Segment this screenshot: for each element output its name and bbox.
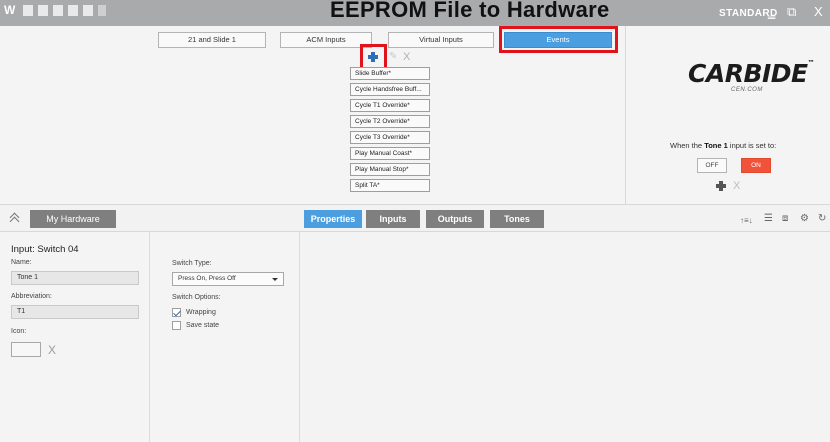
preview-icon[interactable]: ⧈ xyxy=(782,213,788,225)
event-item-cycle-handsfree[interactable]: Cycle Handsfree Buff... xyxy=(350,83,430,96)
abbreviation-label: Abbreviation: xyxy=(11,293,52,300)
settings-icon[interactable]: ⚙ xyxy=(800,213,809,225)
icon-label: Icon: xyxy=(11,328,27,335)
add-condition-icon[interactable] xyxy=(715,180,727,192)
input-properties-panel: Input: Switch 04 Name: Tone 1 Abbreviati… xyxy=(0,232,150,442)
brand-name: CARBIDE xyxy=(688,59,808,88)
switch-type-value: Press On, Press Off xyxy=(178,275,236,282)
event-editor: 21 and Slide 1 ACM Inputs Virtual Inputs… xyxy=(0,26,830,204)
brand-logo: CARBIDE™ xyxy=(688,59,815,88)
event-item-play-manual-stop[interactable]: Play Manual Stop* xyxy=(350,163,430,176)
tab-outputs[interactable]: Outputs xyxy=(426,210,484,228)
wrapping-checkbox[interactable] xyxy=(172,308,181,317)
switch-type-select[interactable]: Press On, Press Off xyxy=(172,272,284,286)
pencil-icon[interactable]: ✎ xyxy=(389,51,397,63)
bottom-toolbar: My Hardware Properties Inputs Outputs To… xyxy=(0,204,830,232)
tab-properties[interactable]: Properties xyxy=(304,210,362,228)
save-icon[interactable] xyxy=(53,5,63,16)
event-list: Slide Buffer* Cycle Handsfree Buff... Cy… xyxy=(350,67,430,195)
details-area xyxy=(300,232,830,442)
panel-divider xyxy=(625,26,626,204)
list-icon[interactable]: ☰ xyxy=(764,213,773,225)
tone-input-name: Tone 1 xyxy=(704,141,728,150)
brand-trademark: ™ xyxy=(807,59,815,67)
download-icon[interactable] xyxy=(83,5,93,16)
new-file-icon[interactable] xyxy=(23,5,33,16)
tone-off-button[interactable]: OFF xyxy=(697,158,727,173)
name-field[interactable]: Tone 1 xyxy=(11,271,139,285)
chevron-down-icon xyxy=(272,278,278,281)
tab-tones[interactable]: Tones xyxy=(490,210,544,228)
restore-icon[interactable]: ⧉ xyxy=(787,5,796,19)
delete-condition-icon[interactable]: X xyxy=(733,180,740,192)
events-tab-highlight xyxy=(499,26,618,53)
tab-acm-inputs[interactable]: ACM Inputs xyxy=(280,32,372,48)
event-item-cycle-t1-override[interactable]: Cycle T1 Override* xyxy=(350,99,430,112)
switch-options-label: Switch Options: xyxy=(172,294,221,301)
event-item-split-ta[interactable]: Split TA* xyxy=(350,179,430,192)
app-window: W STANDARD ‗ ⧉ X 21 and Slide 1 ACM Inpu… xyxy=(0,0,830,442)
upload-icon[interactable] xyxy=(98,5,106,16)
delete-event-icon[interactable]: X xyxy=(403,51,410,63)
print-icon[interactable] xyxy=(68,5,78,16)
wrapping-label: Wrapping xyxy=(186,309,216,316)
tone-on-button[interactable]: ON xyxy=(741,158,771,173)
event-item-play-manual-coast[interactable]: Play Manual Coast* xyxy=(350,147,430,160)
refresh-icon[interactable]: ↻ xyxy=(818,213,826,225)
open-folder-icon[interactable] xyxy=(38,5,48,16)
clear-icon[interactable]: X xyxy=(48,344,56,356)
tone-suffix: input is set to: xyxy=(729,141,777,150)
close-icon[interactable]: X xyxy=(814,5,823,19)
minimize-icon[interactable]: ‗ xyxy=(768,5,775,19)
tone-prefix: When the xyxy=(670,141,703,150)
icon-picker[interactable] xyxy=(11,342,41,357)
tab-virtual-inputs[interactable]: Virtual Inputs xyxy=(388,32,494,48)
sort-icon[interactable]: ↑≡↓ xyxy=(740,215,753,227)
event-item-slide-buffer[interactable]: Slide Buffer* xyxy=(350,67,430,80)
abbreviation-field[interactable]: T1 xyxy=(11,305,139,319)
tab-inputs[interactable]: Inputs xyxy=(366,210,420,228)
tab-21-and-slide-1[interactable]: 21 and Slide 1 xyxy=(158,32,266,48)
overlay-title: EEPROM File to Hardware xyxy=(330,0,610,22)
event-item-cycle-t3-override[interactable]: Cycle T3 Override* xyxy=(350,131,430,144)
save-state-checkbox[interactable] xyxy=(172,321,181,330)
event-item-cycle-t2-override[interactable]: Cycle T2 Override* xyxy=(350,115,430,128)
collapse-icon[interactable] xyxy=(10,213,20,223)
input-heading: Input: Switch 04 xyxy=(11,244,79,255)
my-hardware-button[interactable]: My Hardware xyxy=(30,210,116,228)
tone-condition-text: When the Tone 1 input is set to: xyxy=(670,141,776,150)
quick-access-toolbar: W xyxy=(4,3,106,17)
name-label: Name: xyxy=(11,259,32,266)
save-state-label: Save state xyxy=(186,322,220,329)
switch-type-label: Switch Type: xyxy=(172,260,212,267)
brand-subtitle: CEN.COM xyxy=(731,87,763,93)
app-logo: W xyxy=(4,3,16,17)
switch-options-panel: Switch Type: Press On, Press Off Switch … xyxy=(150,232,300,442)
